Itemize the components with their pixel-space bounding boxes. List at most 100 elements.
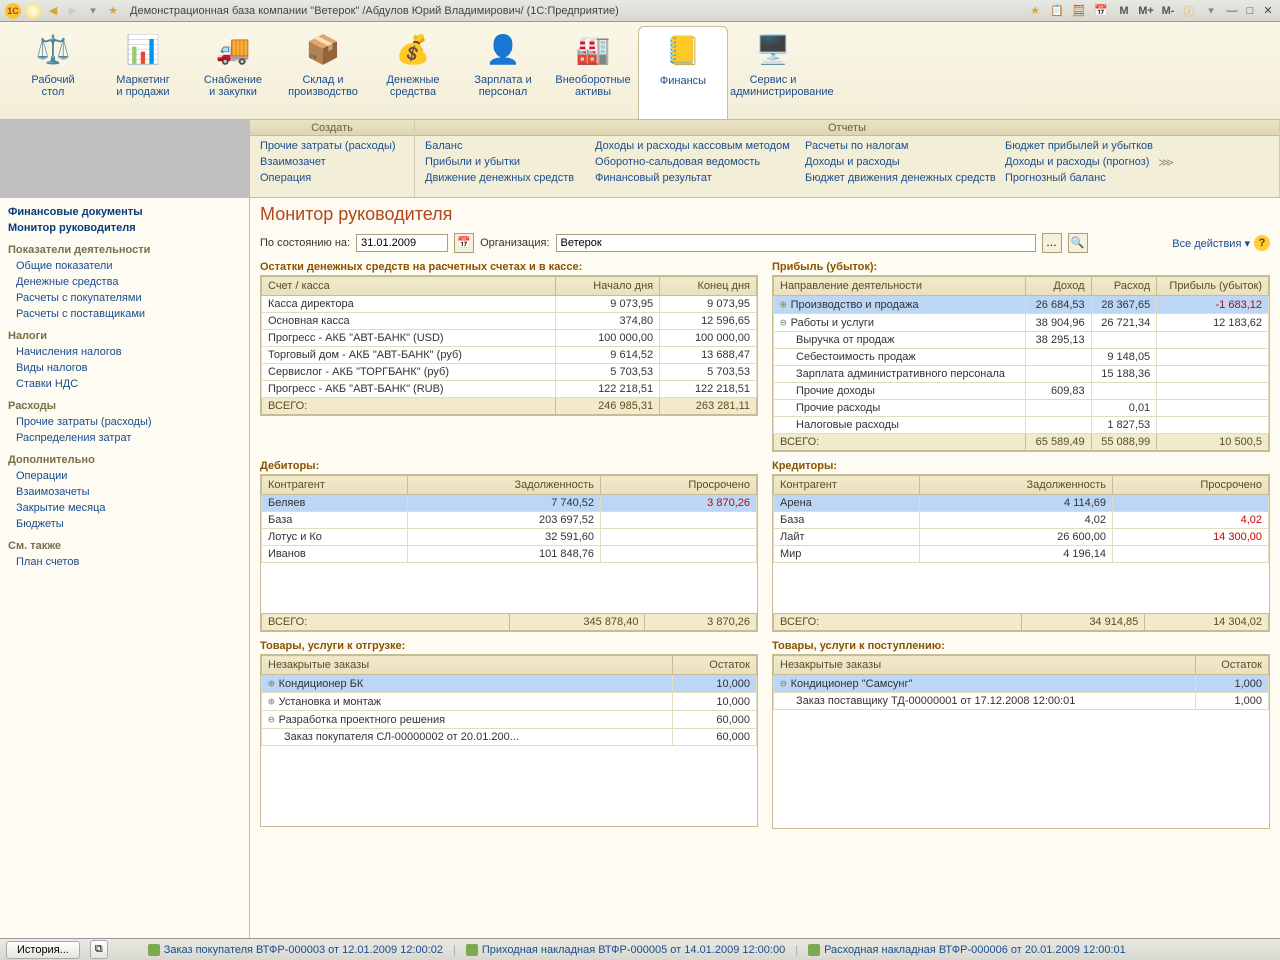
submenu-link[interactable]: Доходы и расходы	[805, 154, 985, 170]
m-plus-button[interactable]: M+	[1136, 5, 1156, 17]
fav-icon[interactable]: ★	[1026, 2, 1044, 20]
total-row: ВСЕГО:246 985,31263 281,11	[262, 398, 757, 415]
table-row[interactable]: Зарплата административного персонала15 1…	[774, 366, 1269, 383]
table-row[interactable]: Лотус и Ко32 591,60	[262, 529, 757, 546]
table-row[interactable]: Заказ поставщику ТД-00000001 от 17.12.20…	[774, 693, 1269, 710]
table-row[interactable]: ⊕Установка и монтаж10,000	[262, 693, 757, 711]
table-row[interactable]: Касса директора9 073,959 073,95	[262, 296, 757, 313]
info-dropdown-icon[interactable]: ▾	[1202, 2, 1220, 20]
table-row[interactable]: Налоговые расходы1 827,53	[774, 417, 1269, 434]
table-row[interactable]: Прогресс - АКБ "АВТ-БАНК" (RUB)122 218,5…	[262, 381, 757, 398]
nav-back-icon[interactable]: ◀	[44, 2, 62, 20]
nav-dropdown-icon[interactable]: ▾	[84, 2, 102, 20]
sidebar-link[interactable]: Распределения затрат	[8, 430, 241, 446]
submenu-link[interactable]: Движение денежных средств	[425, 170, 575, 186]
table-row[interactable]: Прочие расходы0,01	[774, 400, 1269, 417]
table-row[interactable]: ⊖Кондиционер "Самсунг"1,000	[774, 675, 1269, 693]
all-actions-menu[interactable]: Все действия ▾	[1172, 237, 1250, 250]
section-0[interactable]: ⚖️Рабочийстол	[8, 26, 98, 119]
info-icon[interactable]: ⓘ	[1180, 2, 1198, 20]
sidebar-link[interactable]: Общие показатели	[8, 258, 241, 274]
nav-fwd-icon[interactable]: ▶	[64, 2, 82, 20]
sidebar-link[interactable]: Ставки НДС	[8, 376, 241, 392]
table-row[interactable]: База203 697,52	[262, 512, 757, 529]
table-row[interactable]: ⊕Производство и продажа26 684,5328 367,6…	[774, 296, 1269, 314]
sidebar-link[interactable]: Денежные средства	[8, 274, 241, 290]
table-row[interactable]: Прочие доходы609,83	[774, 383, 1269, 400]
table-row[interactable]: Арена4 114,69	[774, 495, 1269, 512]
org-select-icon[interactable]: …	[1042, 233, 1062, 253]
history-button[interactable]: История...	[6, 941, 80, 959]
table-row[interactable]: Выручка от продаж38 295,13	[774, 332, 1269, 349]
table-row[interactable]: База4,024,02	[774, 512, 1269, 529]
m-minus-button[interactable]: M-	[1158, 5, 1178, 17]
submenu-link[interactable]: Финансовый результат	[595, 170, 785, 186]
sidebar-monitor[interactable]: Монитор руководителя	[8, 220, 241, 236]
date-input[interactable]	[356, 234, 448, 252]
table-row[interactable]: Заказ покупателя СЛ-00000002 от 20.01.20…	[262, 729, 757, 746]
sidebar-link[interactable]: Прочие затраты (расходы)	[8, 414, 241, 430]
submenu-link[interactable]: Доходы и расходы кассовым методом	[595, 138, 785, 154]
help-icon[interactable]: ?	[1254, 235, 1270, 251]
table-row[interactable]: ⊖Разработка проектного решения60,000	[262, 711, 757, 729]
section-4[interactable]: 💰Денежныесредства	[368, 26, 458, 119]
sidebar-link[interactable]: Закрытие месяца	[8, 500, 241, 516]
section-3[interactable]: 📦Склад ипроизводство	[278, 26, 368, 119]
table-row[interactable]: Мир4 196,14	[774, 546, 1269, 563]
sidebar-link[interactable]: Бюджеты	[8, 516, 241, 532]
maximize-button[interactable]: □	[1242, 5, 1258, 17]
sidebar-link[interactable]: Расчеты с покупателями	[8, 290, 241, 306]
m-button[interactable]: M	[1114, 5, 1134, 17]
submenu-link[interactable]: Расчеты по налогам	[805, 138, 985, 154]
org-search-icon[interactable]: 🔍	[1068, 233, 1088, 253]
submenu-link[interactable]: Взаимозачет	[260, 154, 404, 170]
sidebar-link[interactable]: План счетов	[8, 554, 241, 570]
date-picker-icon[interactable]: 📅	[454, 233, 474, 253]
table-row[interactable]: Торговый дом - АКБ "АВТ-БАНК" (руб)9 614…	[262, 347, 757, 364]
submenu-link[interactable]: Прибыли и убытки	[425, 154, 575, 170]
submenu-link[interactable]: Баланс	[425, 138, 575, 154]
submenu-link[interactable]: Прочие затраты (расходы)	[260, 138, 404, 154]
section-1[interactable]: 📊Маркетинги продажи	[98, 26, 188, 119]
section-6[interactable]: 🏭Внеоборотныеактивы	[548, 26, 638, 119]
section-7[interactable]: 📒Финансы	[638, 26, 728, 119]
submenu-link[interactable]: Прогнозный баланс	[1005, 170, 1145, 186]
table-row[interactable]: Сервислог - АКБ "ТОРГБАНК" (руб)5 703,53…	[262, 364, 757, 381]
sidebar-link[interactable]: Операции	[8, 468, 241, 484]
section-2[interactable]: 🚚Снабжениеи закупки	[188, 26, 278, 119]
table-row[interactable]: ⊖Работы и услуги38 904,9626 721,3412 183…	[774, 314, 1269, 332]
org-input[interactable]	[556, 234, 1036, 252]
sidebar-link[interactable]: Виды налогов	[8, 360, 241, 376]
sidebar-link[interactable]: Взаимозачеты	[8, 484, 241, 500]
status-link-1[interactable]: Приходная накладная ВТФР-000005 от 14.01…	[466, 944, 785, 956]
home-icon[interactable]	[24, 2, 42, 20]
history-panel-button[interactable]: ⧉	[90, 940, 108, 959]
table-row[interactable]: Прогресс - АКБ "АВТ-БАНК" (USD)100 000,0…	[262, 330, 757, 347]
table-row[interactable]: Беляев7 740,523 870,26	[262, 495, 757, 512]
sidebar-link[interactable]: Расчеты с поставщиками	[8, 306, 241, 322]
table-row[interactable]: Основная касса374,8012 596,65	[262, 313, 757, 330]
star-icon[interactable]: ★	[104, 2, 122, 20]
close-button[interactable]: ✕	[1260, 4, 1276, 17]
submenu-link[interactable]: Бюджет движения денежных средств	[805, 170, 985, 186]
status-link-2[interactable]: Расходная накладная ВТФР-000006 от 20.01…	[808, 944, 1126, 956]
table-row[interactable]: Лайт26 600,0014 300,00	[774, 529, 1269, 546]
submenu-expand-icon[interactable]: ⋙	[1155, 156, 1177, 169]
submenu-link[interactable]: Операция	[260, 170, 404, 186]
minimize-button[interactable]: —	[1224, 5, 1240, 17]
table-row[interactable]: Себестоимость продаж9 148,05	[774, 349, 1269, 366]
table-row[interactable]: ⊕Кондиционер БК10,000	[262, 675, 757, 693]
submenu-link[interactable]: Оборотно-сальдовая ведомость	[595, 154, 785, 170]
section-8[interactable]: 🖥️Сервис иадминистрирование	[728, 26, 818, 119]
submenu-link[interactable]: Доходы и расходы (прогноз)	[1005, 154, 1145, 170]
submenu-link[interactable]: Бюджет прибылей и убытков	[1005, 138, 1145, 154]
sidebar-link[interactable]: Начисления налогов	[8, 344, 241, 360]
calendar-icon[interactable]: 📅	[1092, 2, 1110, 20]
clipboard-icon[interactable]: 📋	[1048, 2, 1066, 20]
org-label: Организация:	[480, 237, 549, 249]
table-row[interactable]: Иванов101 848,76	[262, 546, 757, 563]
sidebar-fin-docs[interactable]: Финансовые документы	[8, 204, 241, 220]
calc-icon[interactable]: 🧮	[1070, 2, 1088, 20]
status-link-0[interactable]: Заказ покупателя ВТФР-000003 от 12.01.20…	[148, 944, 443, 956]
section-5[interactable]: 👤Зарплата иперсонал	[458, 26, 548, 119]
